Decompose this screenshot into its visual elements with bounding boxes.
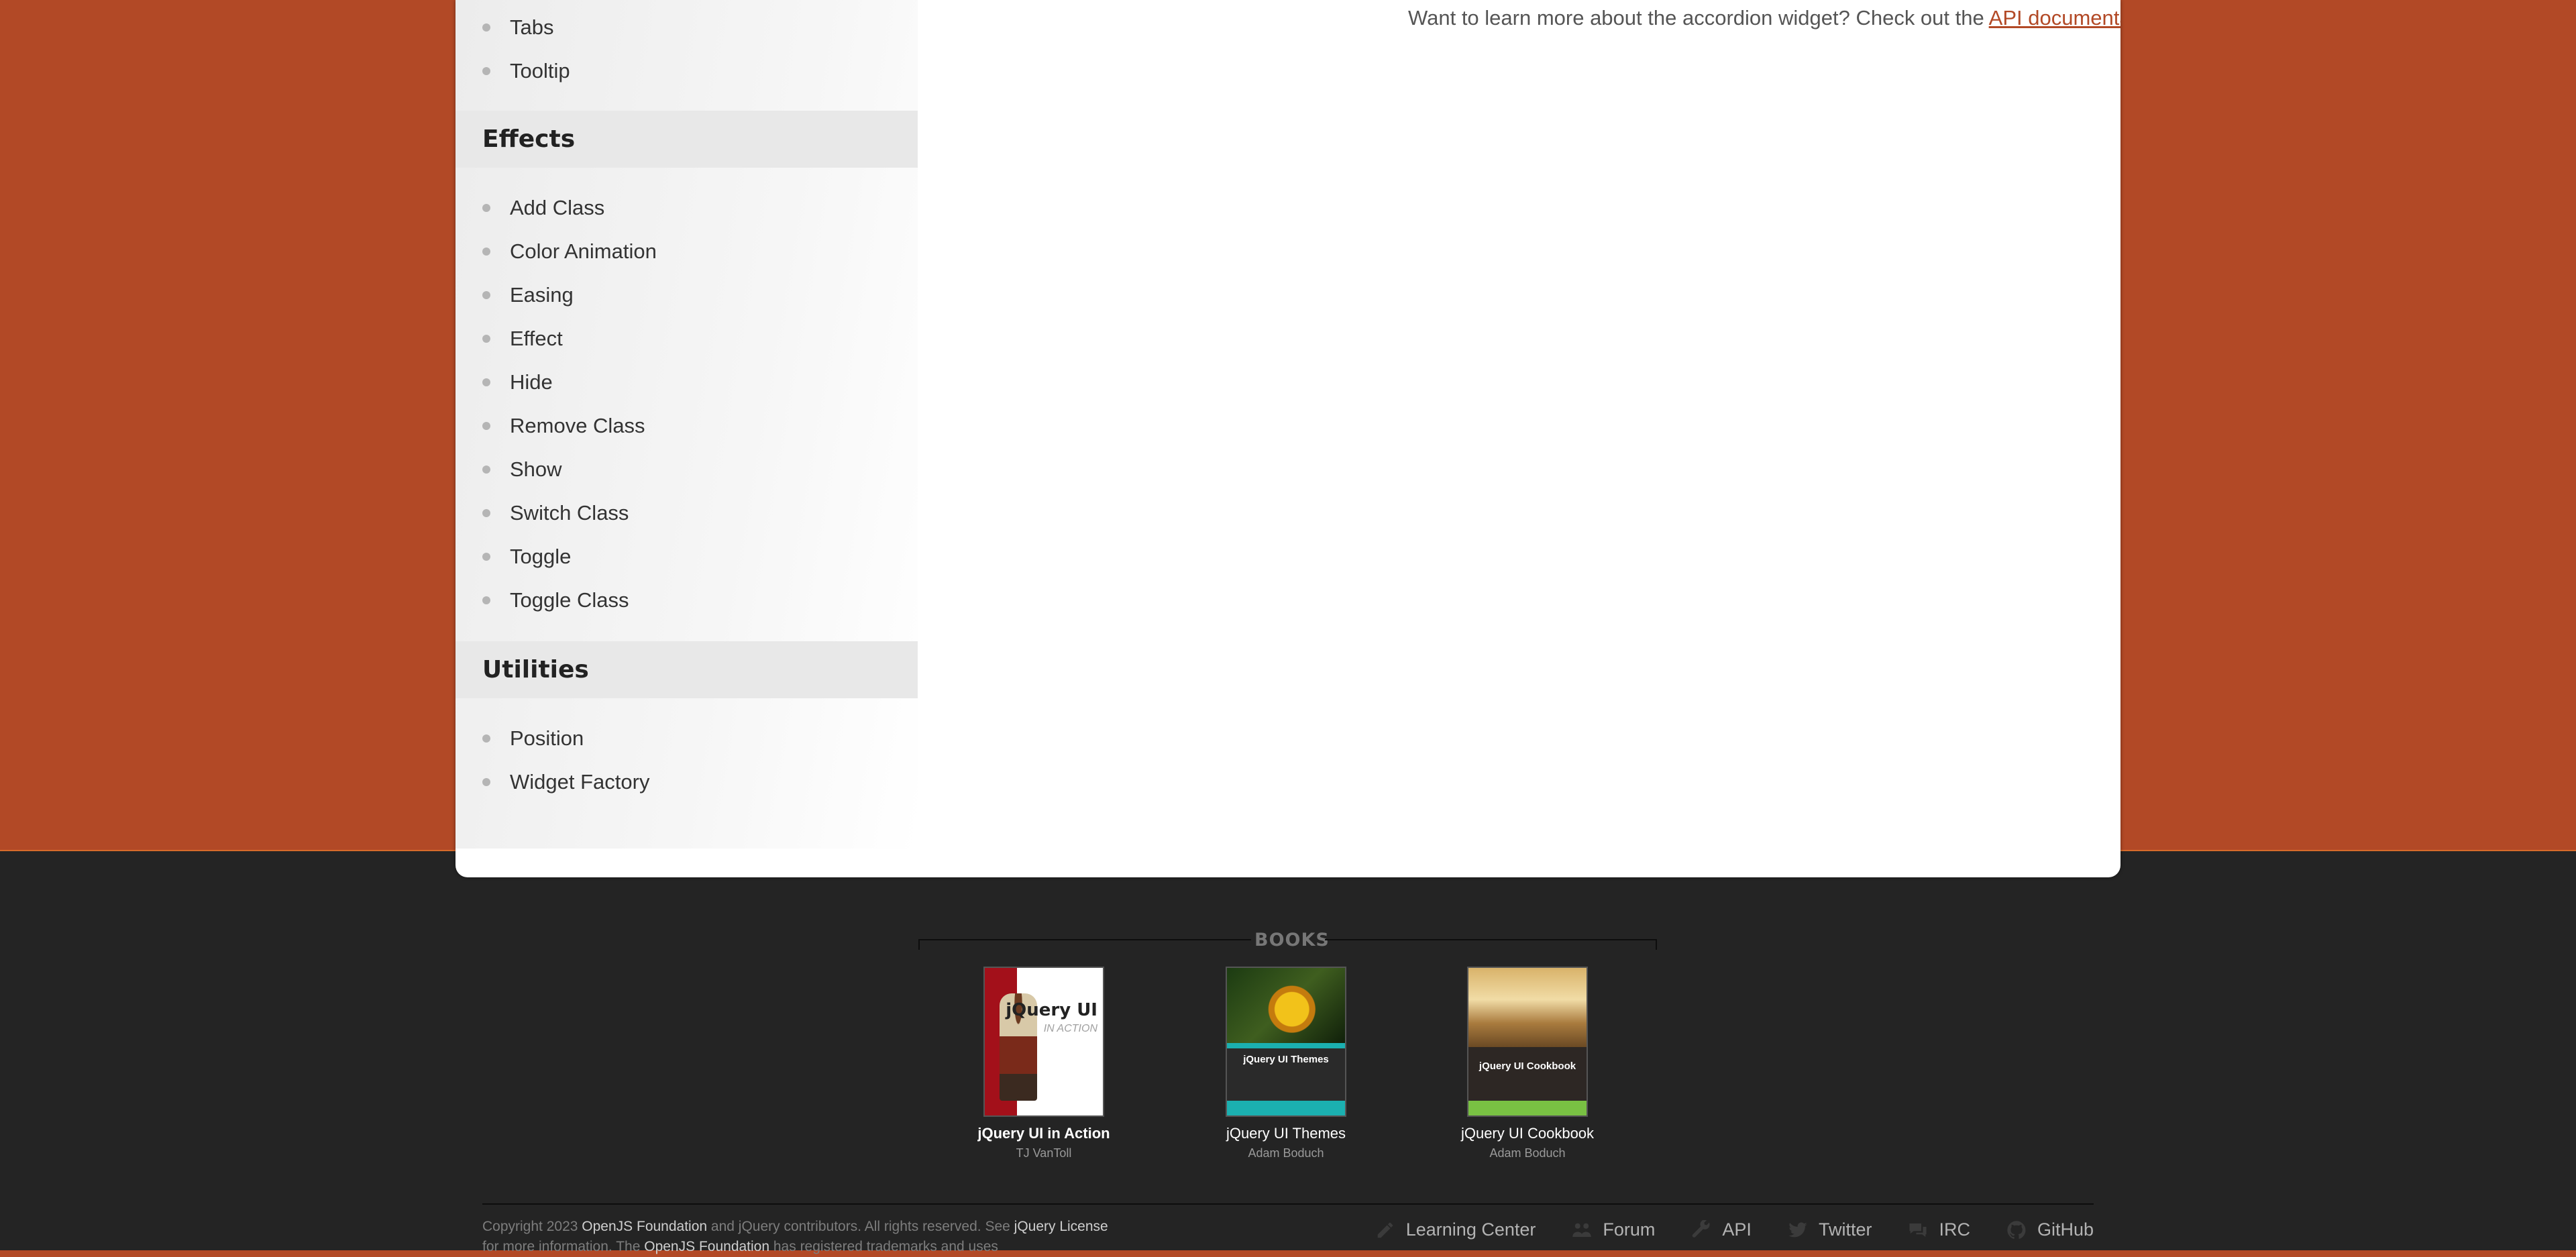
- openjs-foundation-link-2[interactable]: OpenJS Foundation: [644, 1239, 769, 1254]
- utilities-heading: Utilities: [482, 656, 589, 684]
- book-title[interactable]: jQuery UI Cookbook: [1420, 1125, 1635, 1142]
- bullet-icon: [482, 553, 490, 561]
- books-divider-right: [1325, 939, 1657, 950]
- wrench-icon: [1693, 1219, 1710, 1238]
- effects-heading: Effects: [482, 125, 576, 153]
- effects-section-header: Effects: [455, 111, 918, 168]
- sidebar-item-easing[interactable]: Easing: [455, 273, 918, 317]
- bullet-icon: [482, 67, 490, 75]
- bullet-icon: [482, 509, 490, 517]
- sidebar: Tabs Tooltip Effects Add Class Color Ani…: [455, 0, 918, 849]
- book-cover-image: jQuery UI IN ACTION: [983, 967, 1104, 1117]
- sidebar-item-add-class[interactable]: Add Class: [455, 186, 918, 229]
- api-documentation-link[interactable]: API documentation: [1989, 6, 2121, 30]
- book-jquery-ui-in-action[interactable]: jQuery UI IN ACTION jQuery UI in Action …: [936, 967, 1151, 1160]
- cover-photo: [1468, 968, 1587, 1047]
- cover-title: jQuery UI: [1006, 1000, 1097, 1020]
- bullet-icon: [482, 335, 490, 343]
- cover-footer-band: [1227, 1101, 1345, 1115]
- book-title[interactable]: jQuery UI Themes: [1179, 1125, 1393, 1142]
- cover-title: jQuery UI Themes: [1243, 1054, 1329, 1065]
- book-author: Adam Boduch: [1489, 1146, 1566, 1160]
- sidebar-item-toggle[interactable]: Toggle: [455, 535, 918, 578]
- chat-icon: [1909, 1223, 1927, 1237]
- footer-link-twitter[interactable]: Twitter: [1786, 1219, 1872, 1240]
- footer-link-learning-center[interactable]: Learning Center: [1374, 1219, 1536, 1240]
- utilities-list: Position Widget Factory: [455, 716, 918, 804]
- book-cover-image: jQuery UI Cookbook: [1467, 967, 1588, 1117]
- book-jquery-ui-themes[interactable]: jQuery UI Themes jQuery UI Themes Adam B…: [1179, 967, 1393, 1160]
- books-divider-left: [918, 939, 1251, 950]
- books-heading: BOOKS: [1254, 930, 1330, 950]
- book-jquery-ui-cookbook[interactable]: jQuery UI Cookbook jQuery UI Cookbook Ad…: [1420, 967, 1635, 1160]
- bullet-icon: [482, 204, 490, 212]
- footer-link-github[interactable]: GitHub: [2005, 1219, 2094, 1240]
- sidebar-item-effect[interactable]: Effect: [455, 317, 918, 360]
- sidebar-item-widget-factory[interactable]: Widget Factory: [455, 760, 918, 804]
- users-icon: [1572, 1223, 1592, 1237]
- cover-photo: [1227, 968, 1345, 1043]
- book-cover-image: jQuery UI Themes: [1226, 967, 1346, 1117]
- bullet-icon: [482, 291, 490, 299]
- sidebar-item-tooltip[interactable]: Tooltip: [455, 49, 918, 93]
- sidebar-item-color-animation[interactable]: Color Animation: [455, 229, 918, 273]
- bullet-icon: [482, 778, 490, 786]
- sidebar-item-hide[interactable]: Hide: [455, 360, 918, 404]
- pencil-icon: [1377, 1222, 1393, 1238]
- effects-list: Add Class Color Animation Easing Effect …: [455, 186, 918, 622]
- copyright-notice: Copyright 2023 OpenJS Foundation and jQu…: [482, 1219, 1108, 1254]
- github-icon: [2007, 1220, 2026, 1239]
- book-author: TJ VanToll: [1016, 1146, 1072, 1160]
- openjs-foundation-link[interactable]: OpenJS Foundation: [582, 1219, 707, 1234]
- jquery-license-link[interactable]: jQuery License: [1014, 1219, 1108, 1234]
- cover-footer-band: [1468, 1101, 1587, 1115]
- sidebar-item-remove-class[interactable]: Remove Class: [455, 404, 918, 447]
- footer-divider: [482, 1203, 2094, 1205]
- sidebar-item-switch-class[interactable]: Switch Class: [455, 491, 918, 535]
- sidebar-item-tabs[interactable]: Tabs: [455, 5, 918, 49]
- footer-link-forum[interactable]: Forum: [1570, 1219, 1655, 1240]
- bullet-icon: [482, 596, 490, 604]
- bullet-icon: [482, 248, 490, 256]
- cover-subtitle: IN ACTION: [1043, 1023, 1097, 1034]
- book-title[interactable]: jQuery UI in Action: [936, 1125, 1151, 1142]
- utilities-section-header: Utilities: [455, 641, 918, 698]
- bullet-icon: [482, 378, 490, 386]
- learn-more-text: Want to learn more about the accordion w…: [1408, 6, 2121, 30]
- footer-link-api[interactable]: API: [1690, 1219, 1752, 1240]
- content-wrapper: Tabs Tooltip Effects Add Class Color Ani…: [455, 0, 2121, 877]
- widgets-list: Tabs Tooltip: [455, 5, 918, 93]
- sidebar-item-toggle-class[interactable]: Toggle Class: [455, 578, 918, 622]
- sidebar-item-show[interactable]: Show: [455, 447, 918, 491]
- cover-band: [1227, 1043, 1345, 1048]
- bullet-icon: [482, 734, 490, 743]
- twitter-icon: [1788, 1221, 1807, 1237]
- bullet-icon: [482, 466, 490, 474]
- sidebar-item-position[interactable]: Position: [455, 716, 918, 760]
- bullet-icon: [482, 23, 490, 32]
- footer-nav: Learning Center Forum API Twitter IRC Gi…: [1374, 1219, 2094, 1240]
- cover-title: jQuery UI Cookbook: [1479, 1060, 1576, 1072]
- book-author: Adam Boduch: [1248, 1146, 1324, 1160]
- footer-link-irc[interactable]: IRC: [1907, 1219, 1970, 1240]
- bullet-icon: [482, 422, 490, 430]
